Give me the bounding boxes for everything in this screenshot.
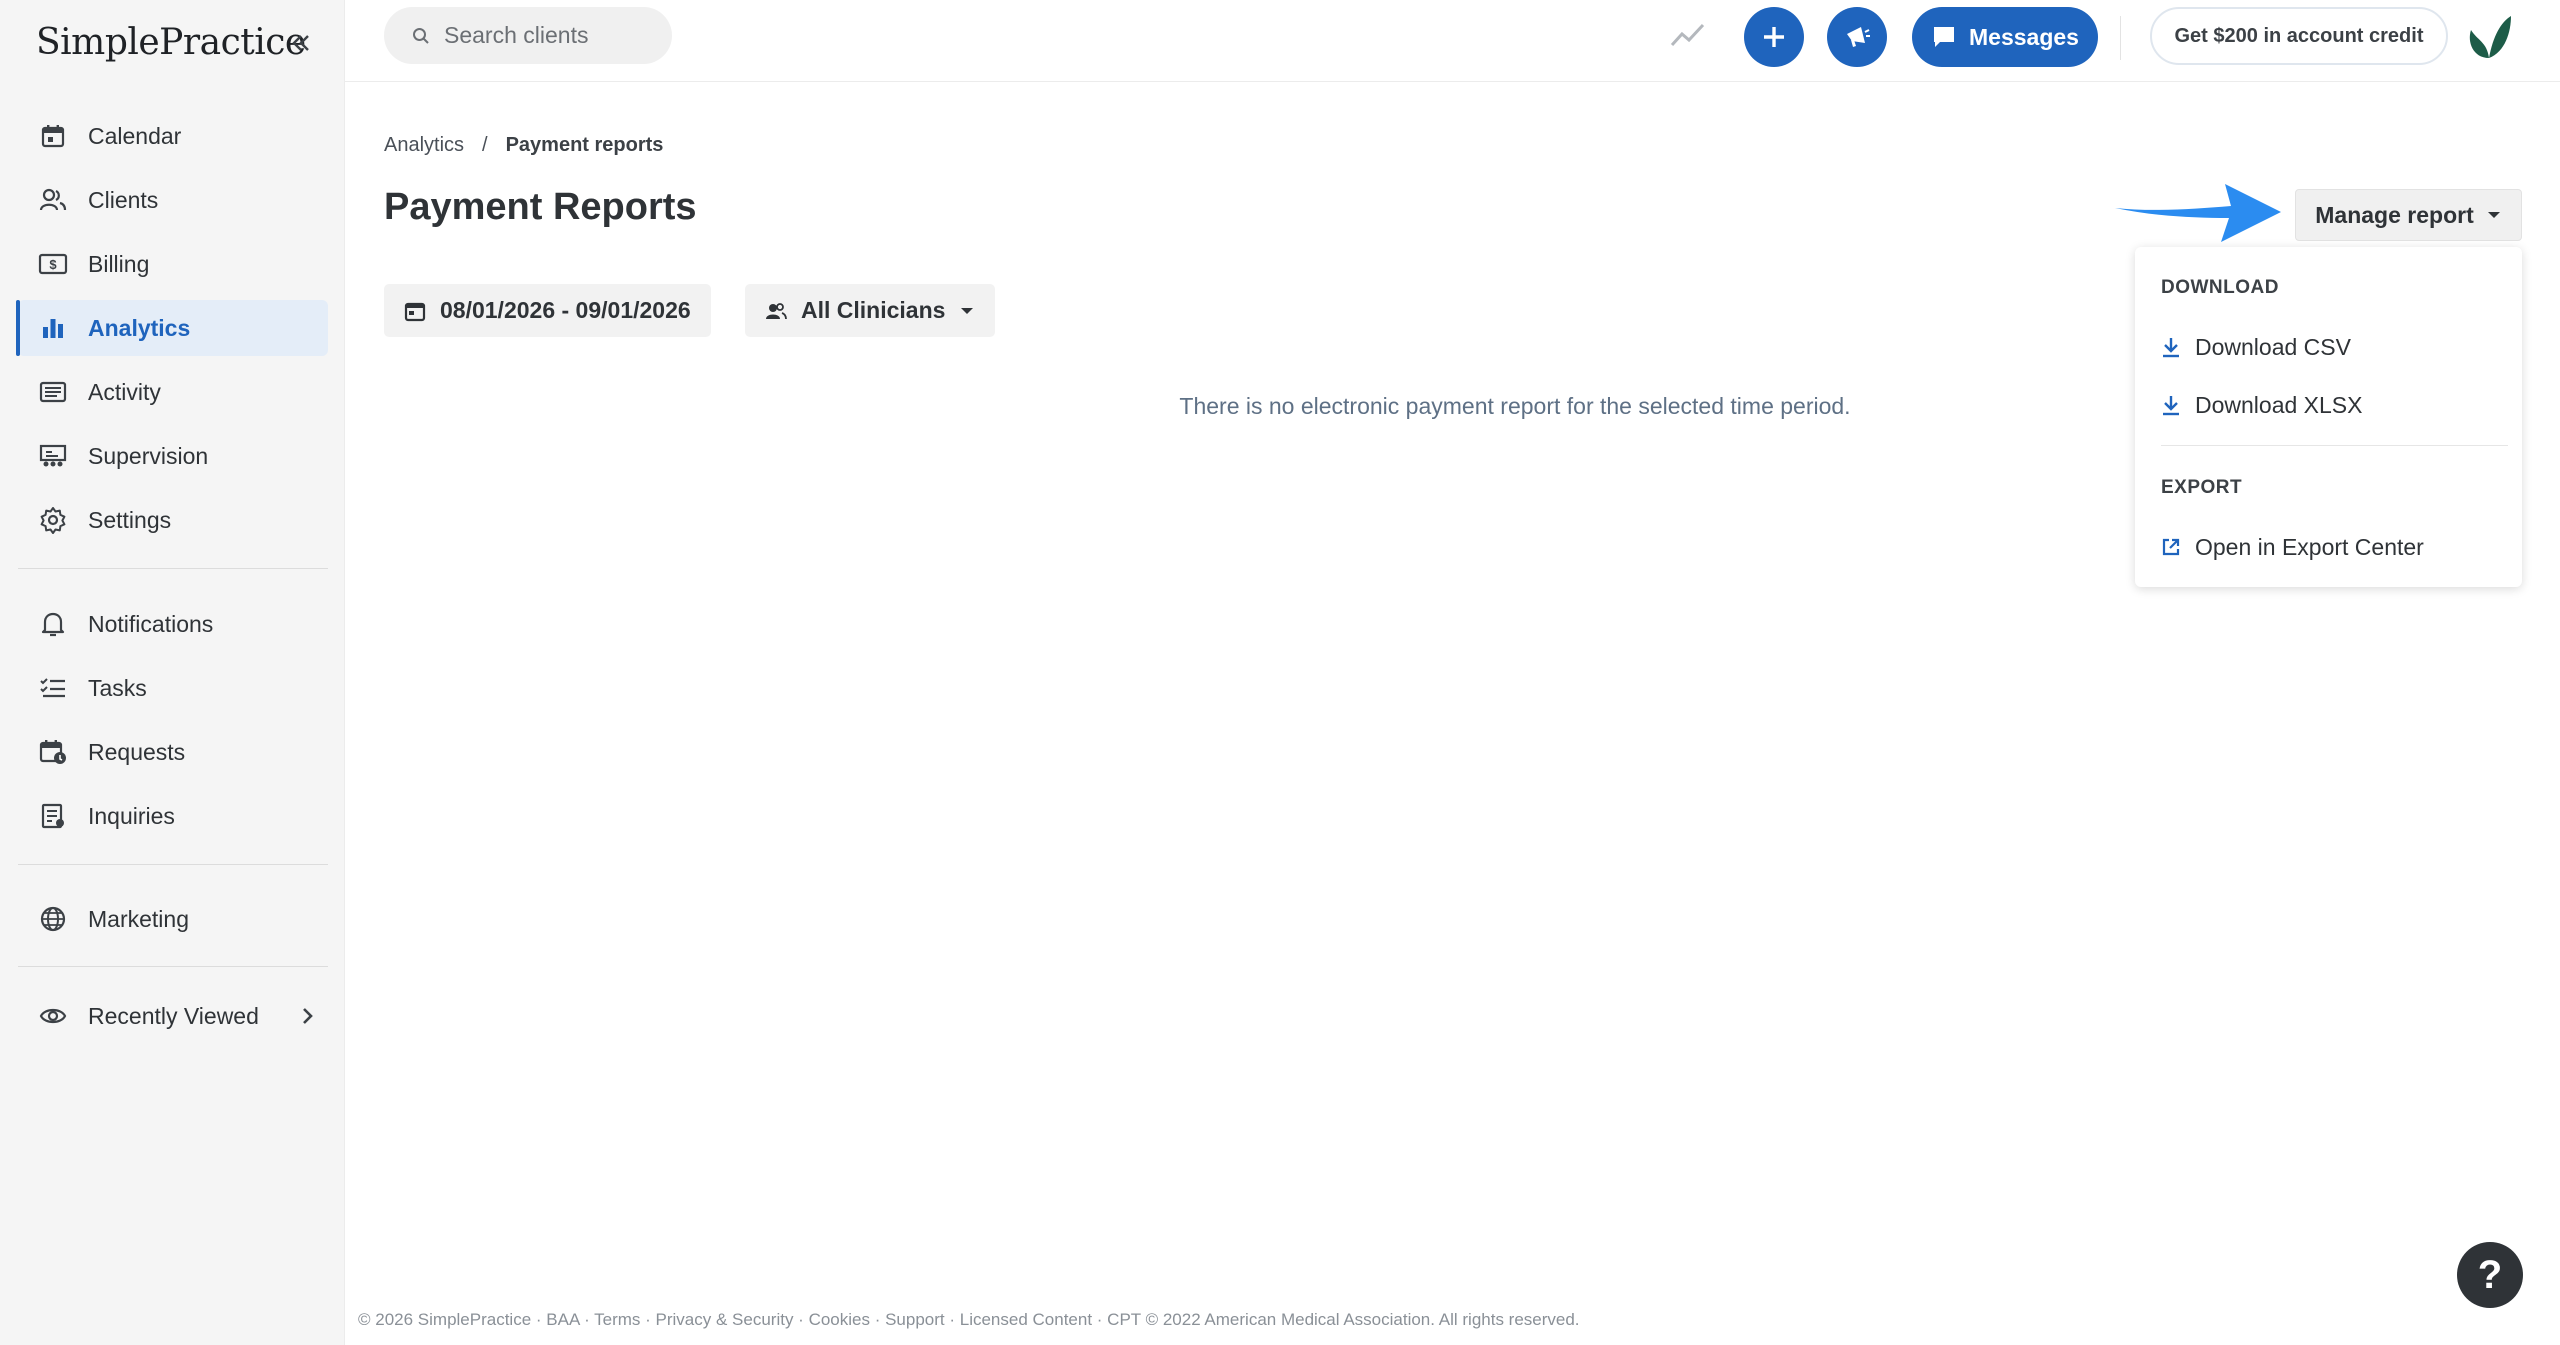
sidebar-item-marketing[interactable]: Marketing — [18, 891, 328, 947]
sidebar-item-clients[interactable]: Clients — [18, 172, 328, 228]
sidebar-item-label: Marketing — [88, 905, 189, 932]
manage-report-label: Manage report — [2315, 201, 2474, 228]
bell-icon — [38, 609, 68, 639]
topbar-divider — [2120, 16, 2121, 60]
date-range-button[interactable]: 08/01/2026 - 09/01/2026 — [384, 284, 711, 337]
sidebar-item-label: Inquiries — [88, 802, 175, 829]
sidebar-item-label: Tasks — [88, 674, 147, 701]
caret-down-icon — [2487, 212, 2500, 218]
empty-state-message: There is no electronic payment report fo… — [1179, 393, 1851, 419]
double-chevron-left-icon — [292, 35, 309, 51]
download-icon — [2163, 338, 2179, 358]
sidebar-divider — [18, 864, 328, 865]
sidebar-item-label: Settings — [88, 506, 172, 533]
calendar-icon — [404, 302, 426, 321]
search-bar[interactable] — [384, 7, 672, 64]
sidebar: SimplePractice Calendar Clients $ Billin… — [0, 0, 345, 1345]
simplepractice-logo[interactable]: SimplePractice — [36, 22, 306, 63]
trending-icon[interactable] — [1670, 20, 1706, 50]
sidebar-item-recently-viewed[interactable]: Recently Viewed — [18, 988, 328, 1044]
download-icon — [2163, 396, 2179, 416]
secondary-nav: Notifications Tasks Requests Inquiries — [18, 596, 328, 852]
sidebar-item-inquiries[interactable]: Inquiries — [18, 788, 328, 844]
open-export-center-item[interactable]: Open in Export Center — [2161, 526, 2508, 568]
sidebar-item-supervision[interactable]: Supervision — [18, 428, 328, 484]
sidebar-item-label: Supervision — [88, 442, 209, 469]
export-section-header: EXPORT — [2161, 477, 2243, 498]
marketing-nav: Marketing — [18, 891, 328, 955]
sidebar-item-notifications[interactable]: Notifications — [18, 596, 328, 652]
manage-report-button[interactable]: Manage report — [2295, 189, 2522, 241]
plus-icon — [1764, 27, 1784, 47]
announcements-button[interactable] — [1827, 7, 1887, 67]
breadcrumb: Analytics / Payment reports — [384, 134, 663, 157]
tasks-icon — [38, 673, 68, 703]
gear-icon — [38, 505, 68, 535]
billing-icon: $ — [38, 249, 68, 279]
add-button[interactable] — [1744, 7, 1804, 67]
top-bar: Messages Get $200 in account credit — [345, 0, 2560, 82]
dropdown-divider — [2161, 445, 2508, 446]
chat-bubble-icon — [1934, 27, 1955, 47]
clinicians-icon — [766, 302, 787, 319]
sidebar-item-label: Analytics — [88, 314, 191, 341]
sidebar-item-label: Calendar — [88, 122, 182, 149]
eye-icon — [38, 1001, 68, 1031]
sidebar-item-tasks[interactable]: Tasks — [18, 660, 328, 716]
requests-icon — [38, 737, 68, 767]
download-csv-label: Download CSV — [2195, 333, 2351, 360]
clinicians-filter-button[interactable]: All Clinicians — [745, 284, 996, 337]
manage-report-dropdown: DOWNLOAD Download CSV Download XLSX EXPO… — [2135, 247, 2522, 587]
sidebar-item-settings[interactable]: Settings — [18, 492, 328, 548]
download-xlsx-item[interactable]: Download XLSX — [2161, 384, 2508, 426]
calendar-icon — [38, 121, 68, 151]
pointer-arrow-icon — [2115, 184, 2281, 242]
collapse-sidebar-button[interactable] — [286, 28, 316, 58]
breadcrumb-separator: / — [482, 134, 488, 156]
sidebar-item-requests[interactable]: Requests — [18, 724, 328, 780]
help-button[interactable]: ? — [2457, 1242, 2523, 1308]
download-xlsx-label: Download XLSX — [2195, 391, 2363, 418]
clients-icon — [38, 185, 68, 215]
sidebar-item-billing[interactable]: $ Billing — [18, 236, 328, 292]
account-credit-button[interactable]: Get $200 in account credit — [2150, 7, 2448, 65]
recently-viewed-nav: Recently Viewed — [18, 988, 328, 1052]
sidebar-item-label: Notifications — [88, 610, 214, 637]
inquiries-icon — [38, 801, 68, 831]
analytics-icon — [38, 313, 68, 343]
sidebar-item-label: Clients — [88, 186, 159, 213]
search-icon — [413, 27, 429, 44]
sidebar-item-label: Requests — [88, 738, 186, 765]
primary-nav: Calendar Clients $ Billing Analytics Act… — [16, 108, 328, 556]
sidebar-divider — [18, 966, 328, 967]
chevron-right-icon — [303, 1008, 313, 1024]
external-link-icon — [2162, 538, 2180, 556]
supervision-icon — [38, 441, 68, 471]
megaphone-icon — [1847, 27, 1870, 47]
sidebar-item-label: Billing — [88, 250, 150, 277]
search-input[interactable] — [444, 22, 644, 49]
globe-icon — [38, 904, 68, 934]
simplepractice-leaf-icon[interactable] — [2463, 12, 2515, 62]
caret-down-icon — [961, 307, 974, 314]
footer-text: © 2026 SimplePractice · BAA · Terms · Pr… — [358, 1310, 1580, 1329]
sidebar-item-calendar[interactable]: Calendar — [18, 108, 328, 164]
messages-label: Messages — [1969, 23, 2079, 50]
open-export-center-label: Open in Export Center — [2195, 533, 2424, 560]
svg-text:$: $ — [49, 257, 57, 272]
messages-button[interactable]: Messages — [1912, 7, 2098, 67]
page-title: Payment Reports — [384, 186, 697, 228]
sidebar-item-analytics[interactable]: Analytics — [16, 300, 328, 356]
breadcrumb-current: Payment reports — [505, 134, 664, 156]
download-section-header: DOWNLOAD — [2161, 277, 2279, 298]
breadcrumb-analytics-link[interactable]: Analytics — [384, 134, 464, 157]
download-csv-item[interactable]: Download CSV — [2161, 326, 2508, 368]
sidebar-item-label: Recently Viewed — [88, 1002, 259, 1029]
clinicians-label: All Clinicians — [801, 297, 946, 323]
date-range-label: 08/01/2026 - 09/01/2026 — [440, 297, 691, 323]
sidebar-divider — [18, 568, 328, 569]
